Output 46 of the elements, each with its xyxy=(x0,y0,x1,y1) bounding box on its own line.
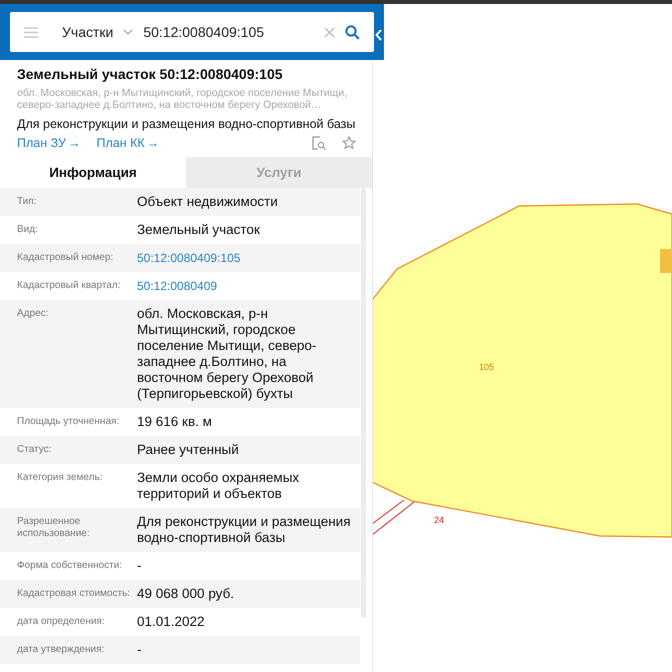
category-select[interactable]: Участки xyxy=(62,24,114,40)
document-search-icon[interactable] xyxy=(312,136,326,150)
parcel-title: Земельный участок 50:12:0080409:105 xyxy=(17,66,284,82)
land-parcel[interactable] xyxy=(372,203,672,538)
field-label: Тип: xyxy=(17,195,38,208)
field-value: Ранее учтенный xyxy=(137,442,240,458)
field-value: Объект недвижимости xyxy=(137,194,279,210)
building-shape xyxy=(660,249,672,273)
field-value: 01.01.2022 xyxy=(137,614,206,630)
field-label: Площадь уточненная: xyxy=(17,415,120,428)
field-label: Разрешенное использование: xyxy=(17,515,91,540)
parcel-address: обл. Московская, р-н Мытищинский, городское поселение Мытищи, северо-западнее д.Болтино, на восточном берегу Ореховой… xyxy=(17,87,348,111)
field-label: Кадастровый номер: xyxy=(17,251,114,264)
field-label: Категория земель: xyxy=(17,471,104,484)
field-label: дата утверждения: xyxy=(17,643,106,656)
field-value: обл. Московская, р-н Мытищинский, городское поселение Мытищи, северо-западнее д.Болтино, на восточном берегу Ореховой (Терпигорьевской) бухты xyxy=(137,306,318,402)
field-link[interactable]: 50:12:0080409:105 xyxy=(137,250,360,266)
field-value: - xyxy=(137,642,142,658)
search-query[interactable]: 50:12:0080409:105 xyxy=(143,24,314,40)
field-label: Статус: xyxy=(17,443,52,456)
chevron-down-icon[interactable] xyxy=(123,29,134,35)
plan-link[interactable]: План ЗУ → xyxy=(17,136,80,150)
field-label: Кадастровый квартал: xyxy=(17,279,122,292)
menu-icon[interactable] xyxy=(24,26,38,38)
parcel-purpose: Для реконструкции и размещения водно-спортивной базы xyxy=(17,117,356,131)
search-field[interactable]: Участки 50:12:0080409:105 xyxy=(10,12,374,52)
parcel-number-label: 105 xyxy=(479,362,494,372)
field-value: Земли особо охраняемых территорий и объектов xyxy=(137,470,300,502)
field-value: Земельный участок xyxy=(137,222,261,238)
neighbor-parcel-label: 24 xyxy=(434,515,444,525)
field-label: Адрес: xyxy=(17,307,50,320)
neighbor-parcel-boundary xyxy=(372,500,414,536)
star-icon[interactable] xyxy=(342,136,356,150)
clear-icon[interactable] xyxy=(324,26,335,38)
field-value: 19 616 кв. м xyxy=(137,414,213,430)
field-label: Вид: xyxy=(17,223,39,236)
search-icon[interactable] xyxy=(345,24,360,40)
plan-link[interactable]: План КК → xyxy=(96,136,160,150)
field-label: Форма собственности: xyxy=(17,559,124,572)
chevron-left-icon[interactable] xyxy=(375,29,382,41)
field-label: дата определения: xyxy=(17,615,106,628)
field-label: Кадастровая стоимость: xyxy=(17,587,132,600)
field-value: 49 068 000 руб. xyxy=(137,586,236,602)
field-link[interactable]: 50:12:0080409 xyxy=(137,278,360,294)
field-value: Для реконструкции и размещения водно-спортивной базы xyxy=(137,514,352,546)
field-value: - xyxy=(137,558,142,574)
